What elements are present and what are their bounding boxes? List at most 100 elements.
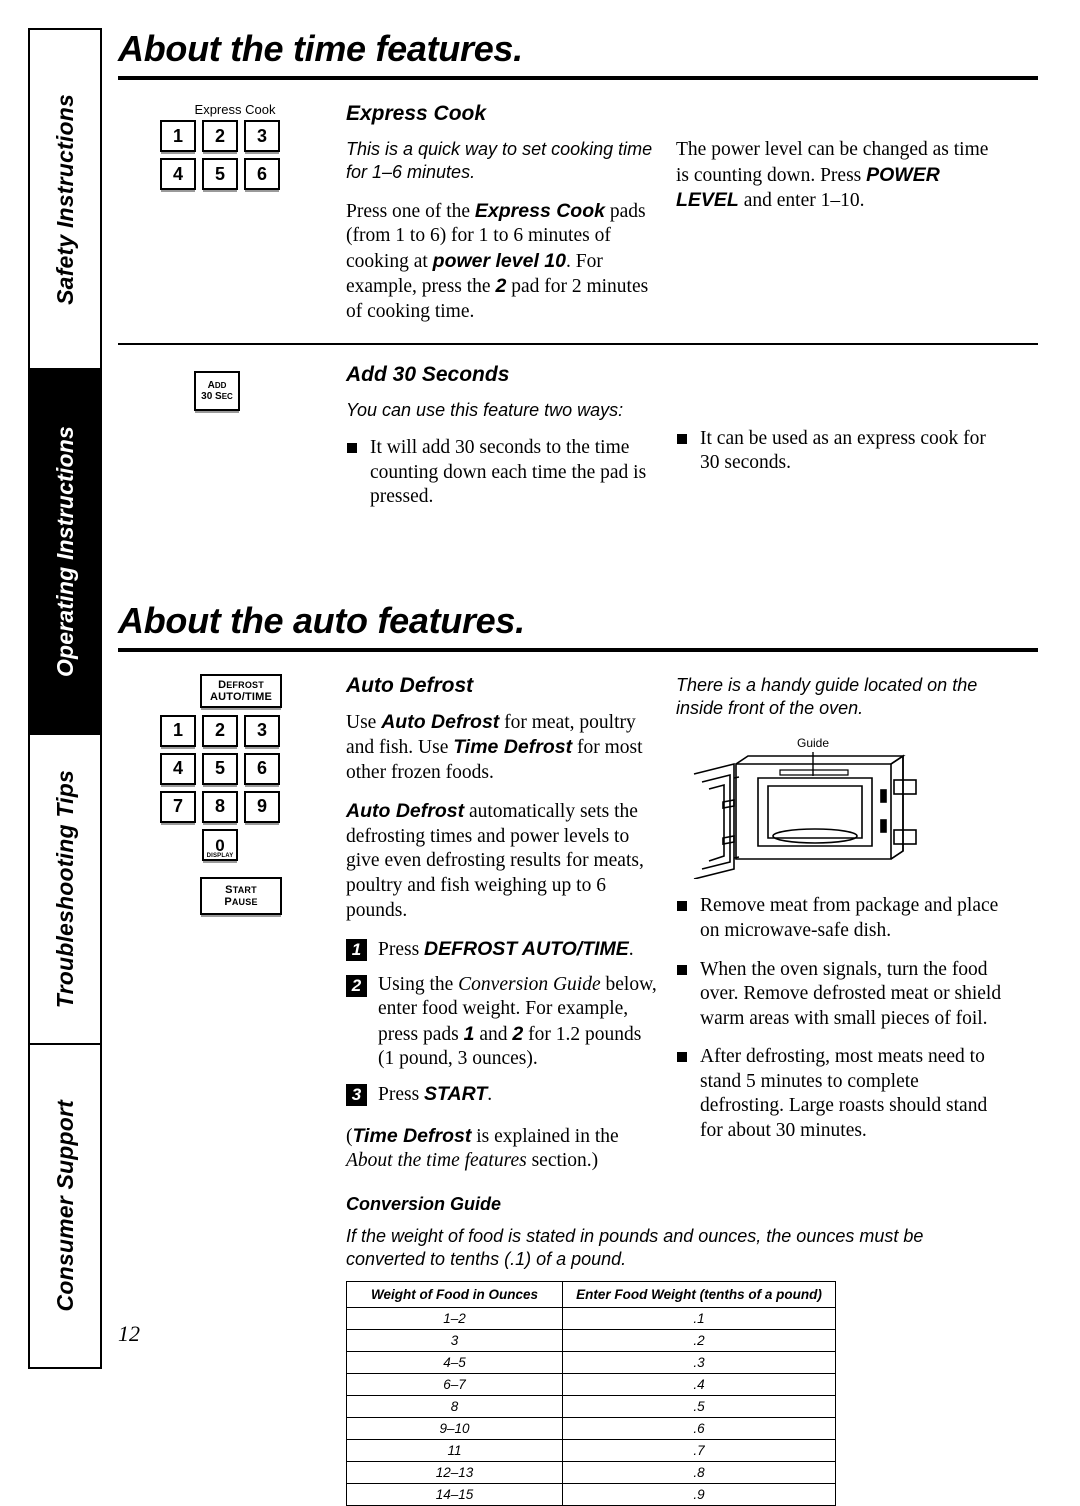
text-run: S [225,883,233,896]
oven-guide-label: Guide [797,736,829,750]
text-run-bold: START [424,1082,488,1105]
keypad-key-8[interactable]: 8 [202,790,238,823]
express-cook-intro: This is a quick way to set cooking time … [346,139,653,183]
list-item: It will add 30 seconds to the time count… [346,436,658,510]
express-cook-body: Press one of the Express Cook pads (from… [346,199,658,325]
step-number: 2 [346,974,367,997]
keypad-key-6[interactable]: 6 [244,752,280,785]
auto-defrost-paragraph-2: Auto Defrost automatically sets the defr… [346,799,658,923]
sidebar-item-safety-instructions[interactable]: Safety Instructions [30,30,100,370]
text-run-bold: Express Cook [474,199,605,222]
add-30-seconds-bullet-list: It will add 30 seconds to the time count… [346,436,658,510]
time-defrost-note: (Time Defrost is explained in the About … [346,1124,658,1174]
sidebar-item-troubleshooting-tips[interactable]: Troubleshooting Tips [30,735,100,1045]
keypad-key-2[interactable]: 2 [202,714,238,747]
express-cook-section: Express Cook 1 2 3 4 5 6 Express Cook Th… [118,102,1038,339]
sidebar-item-operating-instructions[interactable]: Operating Instructions [30,370,100,735]
step-number: 3 [346,1083,367,1106]
text-run: section.) [526,1150,599,1172]
keypad-key-0-display[interactable]: 0 DISPLAY [202,828,238,861]
table-row: 11.7 [345,1439,836,1463]
add-30-sec-key-line1: ADD [208,380,227,391]
text-run: Press [378,1083,425,1105]
text-run-bold: Auto Defrost [346,800,465,823]
cell-ounces: 12–13 [345,1461,564,1485]
text-run: The power level can be changed as time i… [676,139,989,186]
step-number: 1 [346,939,367,962]
text-run-bold: Time Defrost [352,1124,472,1147]
express-cook-divider [118,342,1038,345]
cell-ounces: 4–5 [345,1351,564,1375]
add-30-sec-key[interactable]: ADD 30 SEC [194,370,240,411]
table-row: 14–15.9 [345,1483,836,1506]
text-run: D [218,678,227,691]
text-run-smallcaps: DD [214,380,227,390]
conversion-guide-heading: Conversion Guide [346,1193,502,1214]
keypad-key-1[interactable]: 1 [160,714,196,747]
table-row: 3.2 [345,1329,836,1353]
keypad-key-7[interactable]: 7 [160,790,196,823]
text-run: Use [346,711,382,733]
cell-pounds: .8 [562,1461,836,1485]
keypad-key-4[interactable]: 4 [160,158,196,190]
keypad-key-2[interactable]: 2 [202,120,238,152]
defrost-auto-time-key[interactable]: DEFROST AUTO/TIME [200,673,282,708]
add-30-sec-key-line2: 30 SEC [201,391,233,402]
sidebar-item-consumer-support[interactable]: Consumer Support [30,1045,100,1367]
auto-defrost-steps: 1 Press DEFROST AUTO/TIME. 2 Using the Con… [346,937,658,1107]
express-cook-keypad-figure: Express Cook 1 2 3 4 5 6 [118,102,346,339]
keypad-key-1[interactable]: 1 [160,120,196,152]
text-run-smallcaps: EFROST [226,679,264,690]
table-row: 4–5.3 [345,1351,836,1375]
cell-pounds: .7 [562,1439,836,1463]
step-item: 2 Using the Conversion Guide below, enter… [346,973,658,1072]
oven-guide-intro: There is a handy guide located on the in… [676,674,978,719]
start-key-line2: PAUSE [224,896,257,908]
keypad-key-0-digit: 0 [215,835,225,855]
cell-pounds: .1 [562,1307,836,1331]
text-run: Using the [378,973,459,995]
add-30-seconds-key-figure: ADD 30 SEC [118,363,346,524]
text-run-bold: Time Defrost [453,736,573,759]
add-30-seconds-heading: Add 30 Seconds [346,362,510,386]
list-item: After defrosting, most meats need to sta… [676,1045,1006,1143]
text-run: . [628,939,634,961]
cell-pounds: .6 [562,1417,836,1441]
sidebar-item-label: Safety Instructions [51,93,78,305]
start-pause-key[interactable]: START PAUSE [200,876,282,915]
keypad-key-6[interactable]: 6 [244,158,280,190]
keypad-key-5[interactable]: 5 [202,158,238,190]
text-run-smallcaps: EC [221,391,233,401]
cell-pounds: .9 [562,1483,836,1506]
keypad-key-3[interactable]: 3 [244,120,280,152]
table-header-row: Weight of Food in Ounces Enter Food Weig… [345,1281,836,1309]
list-item: It can be used as an express cook for 30… [676,427,1006,476]
conversion-guide-intro: If the weight of food is stated in pound… [346,1225,924,1270]
text-run-bold: DEFROST AUTO/TIME [424,938,629,961]
step-item: 1 Press DEFROST AUTO/TIME. [346,937,658,963]
keypad-key-4[interactable]: 4 [160,752,196,785]
cell-ounces: 11 [345,1439,564,1463]
text-run-bold: 2 [495,275,507,298]
keypad-key-9[interactable]: 9 [244,790,280,823]
text-run-bold: 1 [463,1022,475,1045]
cell-pounds: .5 [562,1395,836,1419]
keypad-key-5[interactable]: 5 [202,752,238,785]
cell-pounds: .2 [562,1329,836,1353]
cell-ounces: 1–2 [345,1307,564,1331]
express-cook-heading: Express Cook [346,102,487,125]
keypad-key-3[interactable]: 3 [244,714,280,747]
page-number: 12 [118,1321,140,1346]
add-30-seconds-text-column: Add 30 Seconds You can use this feature … [346,363,676,524]
table-row: 8.5 [345,1395,836,1419]
text-run: . [487,1083,493,1105]
auto-defrost-section: DEFROST AUTO/TIME 1 2 3 4 5 6 7 8 9 0 DI… [118,673,1038,1188]
defrost-key-line2: AUTO/TIME [209,690,273,703]
microwave-oven-illustration: Guide [676,734,1006,884]
cell-ounces: 8 [345,1395,564,1419]
cell-ounces: 9–10 [345,1417,564,1441]
conversion-guide-table: Weight of Food in Ounces Enter Food Weig… [345,1281,836,1506]
text-run-bold: 2 [512,1022,524,1045]
title-divider-auto [118,647,1038,652]
table-row: 9–10.6 [345,1417,836,1441]
